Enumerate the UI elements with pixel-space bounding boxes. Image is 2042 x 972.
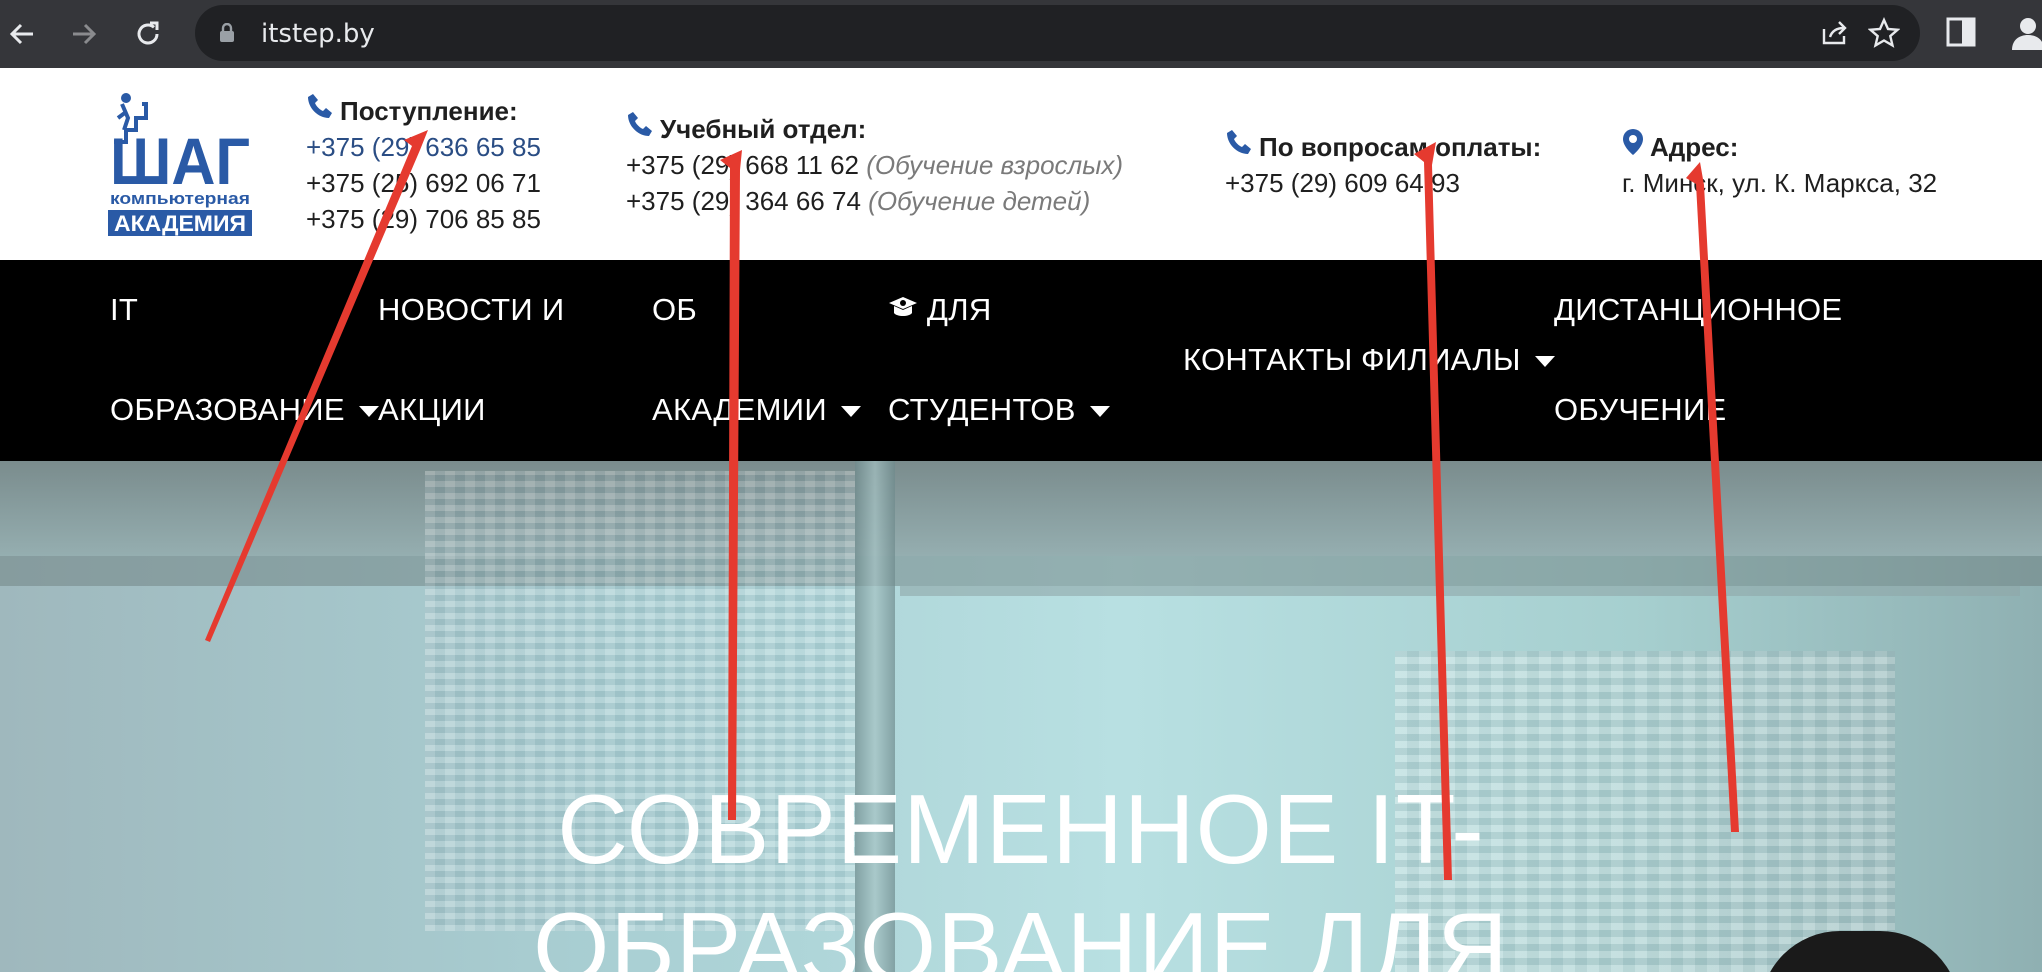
chevron-down-icon[interactable]	[1534, 356, 1555, 368]
svg-text:компьютерная: компьютерная	[110, 189, 250, 208]
reload-icon[interactable]	[126, 12, 170, 56]
hero-background	[0, 461, 2042, 556]
star-icon[interactable]	[1867, 17, 1901, 54]
chevron-down-icon[interactable]	[1089, 406, 1110, 418]
study-note-2: (Обучение детей)	[868, 186, 1091, 216]
chevron-down-icon[interactable]	[358, 406, 379, 418]
admission-phone-1[interactable]: +375 (29) 636 65 85	[306, 129, 541, 165]
hero-title-line-1: СОВРЕМЕННОЕ IT-	[557, 774, 1485, 884]
side-panel-icon[interactable]	[1945, 16, 1977, 53]
payment-contacts: По вопросам оплаты: +375 (29) 609 64 93	[1225, 128, 1541, 201]
phone-icon	[1225, 128, 1253, 165]
profile-icon[interactable]	[2010, 14, 2042, 55]
svg-text:АКАДЕМИЯ: АКАДЕМИЯ	[114, 211, 246, 236]
nav-news[interactable]: НОВОСТИ И АКЦИИ	[378, 290, 564, 430]
lock-icon[interactable]	[219, 22, 235, 48]
study-phone-2[interactable]: +375 (29) 364 66 74	[626, 186, 861, 216]
study-title: Учебный отдел:	[660, 113, 867, 144]
main-nav: IT ОБРАЗОВАНИЕ НОВОСТИ И АКЦИИ ОБ АКАДЕМ…	[0, 260, 2042, 461]
back-icon[interactable]	[0, 12, 44, 56]
payment-phone[interactable]: +375 (29) 609 64 93	[1225, 165, 1541, 201]
nav-distance-learning[interactable]: ДИСТАНЦИОННОЕ ОБУЧЕНИЕ	[1554, 290, 1842, 430]
share-icon[interactable]	[1818, 17, 1850, 54]
admission-contacts: Поступление: +375 (29) 636 65 85 +375 (2…	[306, 92, 541, 237]
study-note-1: (Обучение взрослых)	[866, 150, 1123, 180]
map-pin-icon	[1622, 128, 1644, 165]
hero-title-line-2: ОБРАЗОВАНИЕ ДЛЯ	[533, 892, 1509, 972]
forward-icon[interactable]	[62, 12, 106, 56]
phone-icon	[626, 110, 654, 147]
svg-text:ШАГ: ШАГ	[110, 124, 250, 198]
nav-contacts[interactable]: КОНТАКТЫ	[1183, 340, 1353, 380]
url-text[interactable]: itstep.by	[261, 19, 375, 49]
nav-branches[interactable]: ФИЛИАЛЫ	[1361, 340, 1555, 380]
site-header: ШАГ компьютерная АКАДЕМИЯ Поступление: +…	[0, 68, 2042, 260]
graduation-cap-icon	[888, 292, 918, 327]
chevron-down-icon[interactable]	[840, 406, 861, 418]
nav-students[interactable]: ДЛЯ СТУДЕНТОВ	[888, 290, 1110, 430]
hero-section: СОВРЕМЕННОЕ IT- ОБРАЗОВАНИЕ ДЛЯ	[0, 461, 2042, 972]
address-bar[interactable]: itstep.by	[195, 5, 1920, 61]
academy-logo[interactable]: ШАГ компьютерная АКАДЕМИЯ	[108, 92, 252, 240]
browser-toolbar: itstep.by	[0, 0, 2042, 68]
nav-about[interactable]: ОБ АКАДЕМИИ	[652, 290, 861, 430]
address-title: Адрес:	[1650, 131, 1739, 162]
study-phone-1[interactable]: +375 (29) 668 11 62	[626, 150, 859, 180]
admission-phone-2[interactable]: +375 (25) 692 06 71	[306, 165, 541, 201]
study-department-contacts: Учебный отдел: +375 (29) 668 11 62 (Обуч…	[626, 110, 1123, 219]
admission-phone-3[interactable]: +375 (29) 706 85 85	[306, 201, 541, 237]
admission-title: Поступление:	[340, 95, 518, 126]
phone-icon	[306, 92, 334, 129]
address-contacts: Адрес: г. Минск, ул. К. Маркса, 32	[1622, 128, 1937, 201]
nav-it-education[interactable]: IT ОБРАЗОВАНИЕ	[110, 290, 379, 430]
address-value[interactable]: г. Минск, ул. К. Маркса, 32	[1622, 165, 1937, 201]
payment-title: По вопросам оплаты:	[1259, 131, 1542, 162]
